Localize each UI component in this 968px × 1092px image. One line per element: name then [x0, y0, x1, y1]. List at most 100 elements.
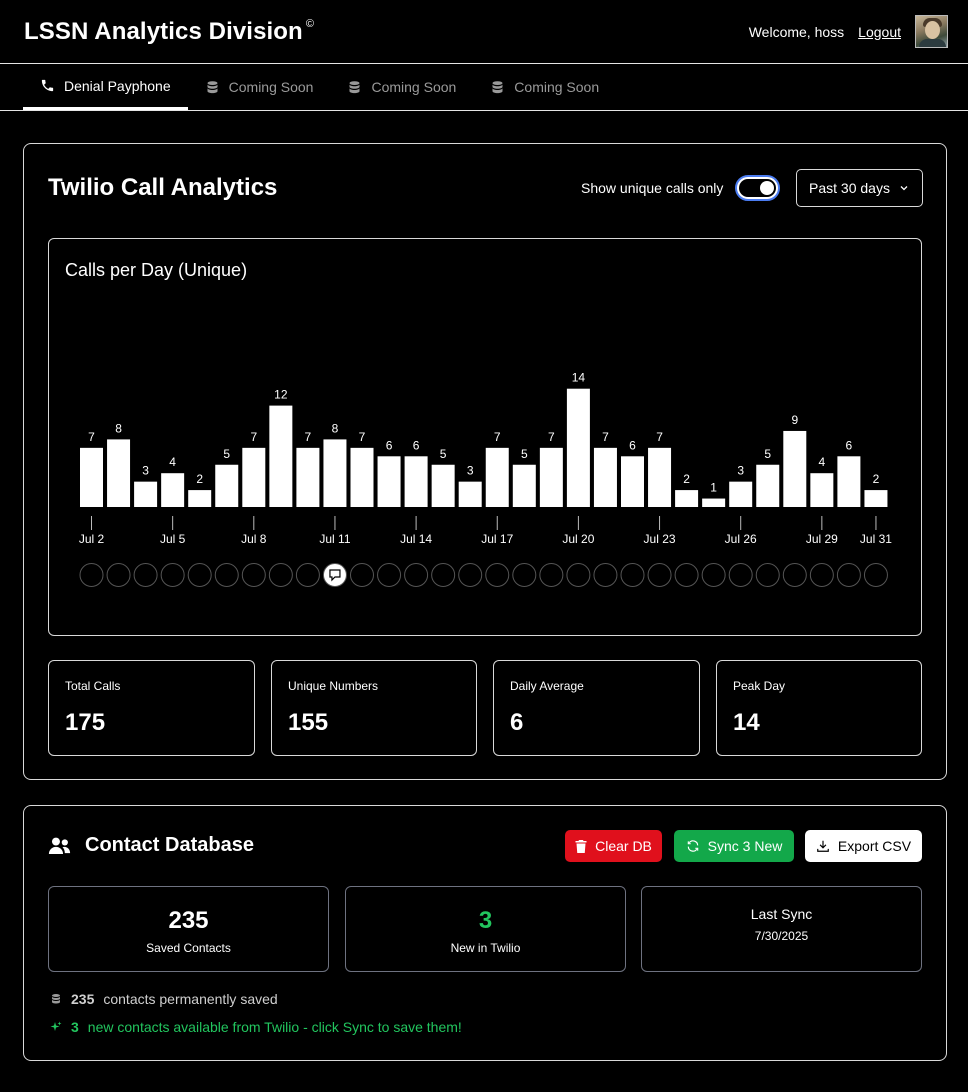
- bar-jul-25[interactable]: [702, 498, 726, 507]
- logout-link[interactable]: Logout: [858, 24, 901, 40]
- bar-jul-28[interactable]: [783, 430, 807, 507]
- timeline-marker[interactable]: [512, 563, 537, 587]
- bar-jul-12[interactable]: [350, 447, 374, 507]
- bar-value-label: 1: [710, 481, 717, 495]
- new-info-count: 3: [71, 1019, 79, 1035]
- bar-jul-5[interactable]: [161, 473, 185, 507]
- tab-coming-soon-2[interactable]: Coming Soon: [330, 64, 473, 110]
- x-tick-label: Jul 5: [160, 532, 186, 546]
- timeline-marker[interactable]: [106, 563, 131, 587]
- bar-jul-10[interactable]: [296, 447, 320, 507]
- bar-jul-17[interactable]: [485, 447, 509, 507]
- bar-jul-8[interactable]: [242, 447, 266, 507]
- saved-info-line: 235 contacts permanently saved: [50, 991, 278, 1007]
- timeline-marker[interactable]: [539, 563, 564, 587]
- timeline-marker[interactable]: [674, 563, 699, 587]
- bar-value-label: 8: [332, 421, 339, 435]
- timeline-marker[interactable]: [809, 563, 834, 587]
- bar-jul-29[interactable]: [810, 473, 834, 507]
- bar-jul-26[interactable]: [729, 481, 753, 507]
- timeline-marker[interactable]: [187, 563, 212, 587]
- bar-jul-30[interactable]: [837, 456, 861, 507]
- bar-jul-27[interactable]: [756, 464, 780, 507]
- bar-jul-2[interactable]: [80, 447, 103, 507]
- timeline-marker[interactable]: [647, 563, 672, 587]
- bar-value-label: 3: [467, 464, 474, 478]
- tab-denial-payphone[interactable]: Denial Payphone: [23, 64, 188, 110]
- last-sync-stat: Last Sync 7/30/2025: [641, 886, 922, 972]
- avatar[interactable]: [915, 15, 948, 48]
- timeline-marker[interactable]: [782, 563, 807, 587]
- timeline-marker[interactable]: [268, 563, 293, 587]
- x-tick-label: Jul 14: [400, 532, 432, 546]
- sparkle-icon: [50, 1021, 62, 1031]
- timeline-marker[interactable]: [350, 563, 374, 587]
- bar-jul-15[interactable]: [431, 464, 455, 507]
- timeline-marker[interactable]: [404, 563, 429, 587]
- bar-jul-3[interactable]: [107, 439, 131, 507]
- bar-jul-11[interactable]: [323, 439, 347, 507]
- tab-bar: Denial Payphone Coming Soon Coming Soon …: [0, 64, 968, 111]
- saved-info-text: contacts permanently saved: [103, 991, 278, 1007]
- bar-jul-18[interactable]: [512, 464, 536, 507]
- timeline-marker[interactable]: [295, 563, 320, 587]
- clear-db-button[interactable]: Clear DB: [565, 830, 662, 862]
- timeline-marker[interactable]: [485, 563, 510, 587]
- unique-calls-toggle[interactable]: [735, 175, 780, 201]
- timeline-marker[interactable]: [863, 563, 888, 587]
- timeline-marker[interactable]: [214, 563, 239, 587]
- new-in-twilio-count: 3: [478, 907, 493, 934]
- bar-jul-13[interactable]: [377, 456, 401, 507]
- tab-coming-soon-1[interactable]: Coming Soon: [188, 64, 331, 110]
- timeline-marker[interactable]: [620, 563, 645, 587]
- bar-jul-7[interactable]: [215, 464, 239, 507]
- bar-value-label: 5: [440, 447, 447, 461]
- database-icon: [52, 994, 60, 1004]
- timeline-marker[interactable]: [755, 563, 780, 587]
- timeline-marker[interactable]: [458, 563, 483, 587]
- timeline-marker[interactable]: [593, 563, 618, 587]
- x-tick-label: Jul 29: [806, 532, 838, 546]
- bar-jul-6[interactable]: [188, 490, 212, 507]
- bar-jul-31[interactable]: [864, 490, 888, 507]
- timeline-marker[interactable]: [377, 563, 402, 587]
- tab-coming-soon-3[interactable]: Coming Soon: [473, 64, 616, 110]
- timeline-marker-active[interactable]: [322, 563, 347, 587]
- timeline-marker[interactable]: [701, 563, 726, 587]
- timeline-marker[interactable]: [836, 563, 861, 587]
- export-csv-button[interactable]: Export CSV: [805, 830, 922, 862]
- timeline-marker[interactable]: [133, 563, 158, 587]
- bar-value-label: 7: [359, 430, 366, 444]
- bar-jul-14[interactable]: [404, 456, 428, 507]
- timeline-marker[interactable]: [160, 563, 185, 587]
- export-csv-label: Export CSV: [837, 838, 912, 854]
- bar-jul-19[interactable]: [539, 447, 563, 507]
- stat-label: Total Calls: [65, 679, 121, 693]
- x-tick-label: Jul 8: [241, 532, 267, 546]
- bar-jul-4[interactable]: [134, 481, 158, 507]
- welcome-text: Welcome, hoss: [748, 23, 845, 40]
- bar-value-label: 8: [115, 421, 122, 435]
- bar-value-label: 4: [169, 455, 176, 469]
- stat-total-calls: Total Calls 175: [48, 660, 255, 756]
- bar-jul-22[interactable]: [621, 456, 644, 507]
- timeline-marker[interactable]: [79, 563, 104, 587]
- chart-panel: Calls per Day (Unique) 7 8 3 4 2 5 7 12 7 8 7 6 6 5 3 7…: [48, 238, 922, 636]
- saved-info-count: 235: [71, 991, 95, 1007]
- timeline-marker[interactable]: [431, 563, 456, 587]
- timeline-marker[interactable]: [241, 563, 266, 587]
- bar-jul-24[interactable]: [675, 490, 699, 507]
- bar-jul-21[interactable]: [593, 447, 617, 507]
- date-range-select[interactable]: Past 30 days: [796, 169, 923, 207]
- bar-jul-9[interactable]: [269, 405, 293, 507]
- bar-jul-23[interactable]: [648, 447, 672, 507]
- new-in-twilio-label: New in Twilio: [450, 941, 521, 955]
- trash-icon: [575, 839, 587, 853]
- bar-jul-20[interactable]: [566, 388, 590, 507]
- bar-jul-16[interactable]: [458, 481, 482, 507]
- chevron-down-icon: [900, 186, 908, 191]
- x-tick-label: Jul 26: [725, 532, 757, 546]
- timeline-marker[interactable]: [566, 563, 591, 587]
- timeline-marker[interactable]: [728, 563, 753, 587]
- sync-button[interactable]: Sync 3 New: [674, 830, 794, 862]
